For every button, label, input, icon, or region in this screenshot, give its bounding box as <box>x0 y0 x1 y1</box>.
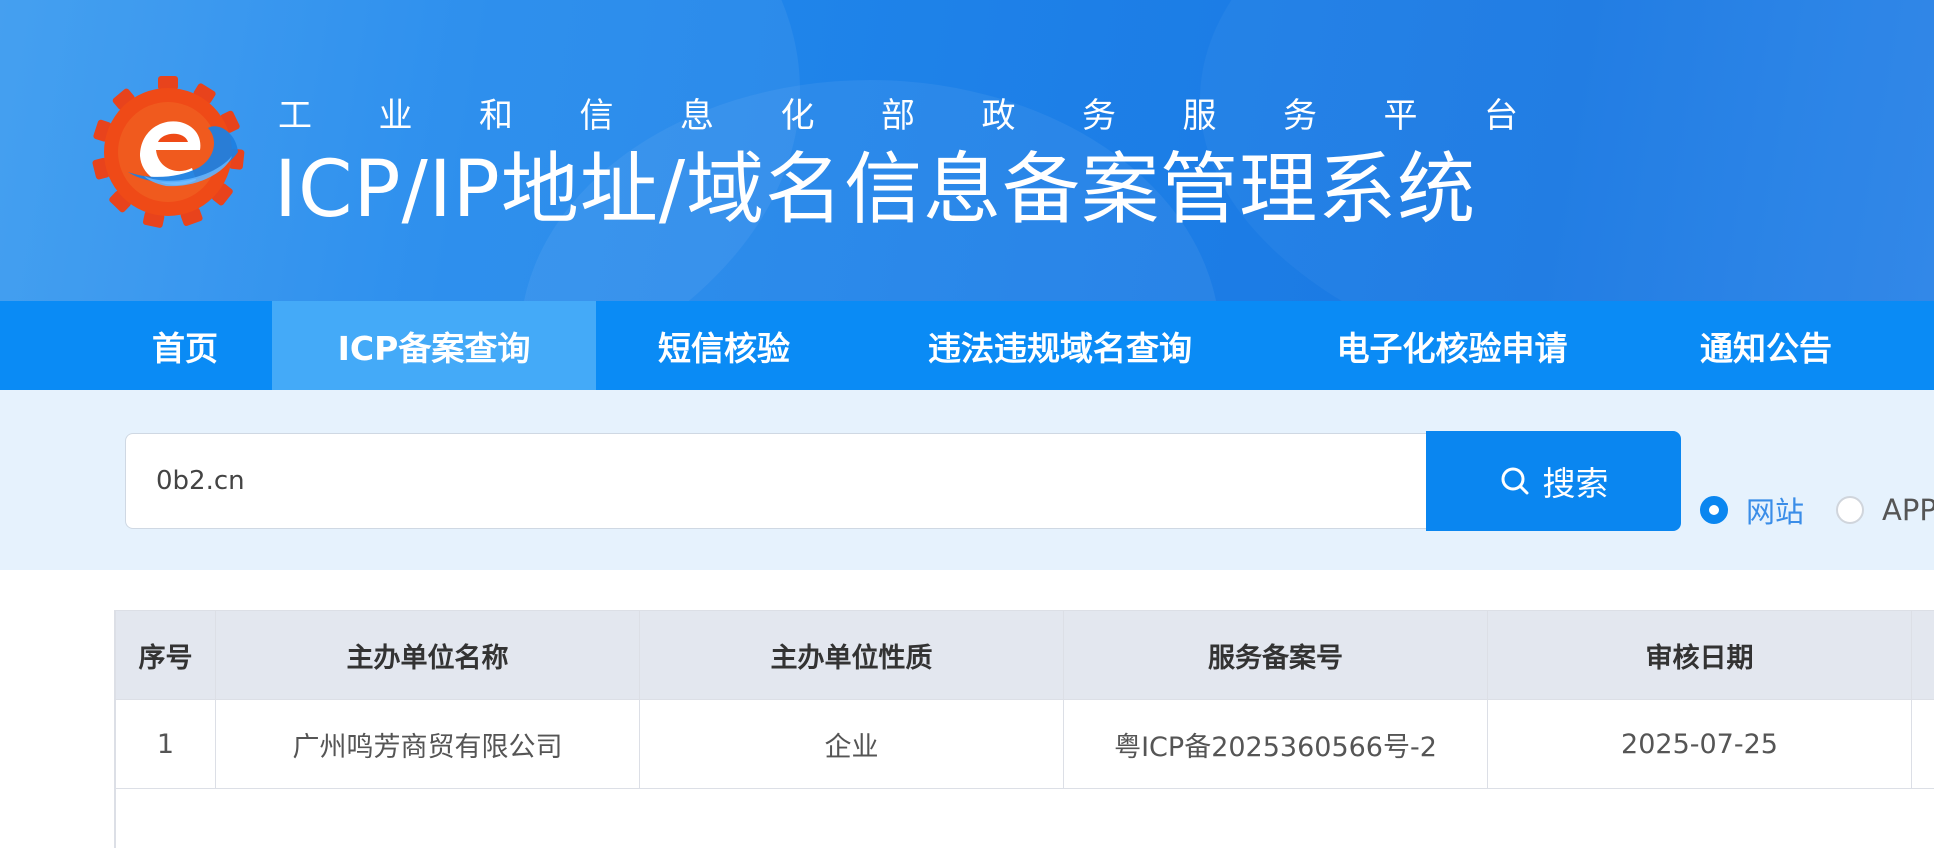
cell-record-number: 粤ICP备2025360566号-2 <box>1063 699 1488 789</box>
cell-empty <box>115 788 216 848</box>
cell-org-type: 企业 <box>639 699 1064 789</box>
subtitle-char: 信 <box>579 96 614 136</box>
results-table: 序号 主办单位名称 主办单位性质 服务备案号 审核日期 1 广州鸣芳商贸有限公司… <box>114 610 1934 848</box>
search-type-radio-group: 网站 APP <box>1700 490 1934 530</box>
column-header-org-type: 主办单位性质 <box>639 610 1064 700</box>
radio-app[interactable]: APP <box>1836 493 1934 527</box>
subtitle-char: 台 <box>1484 96 1518 136</box>
subtitle-char: 政 <box>981 96 1016 136</box>
cell-index: 1 <box>115 699 216 789</box>
table-header-row: 序号 主办单位名称 主办单位性质 服务备案号 审核日期 <box>115 610 1934 700</box>
column-header-record-number: 服务备案号 <box>1063 610 1488 700</box>
header-subtitle: 工 业 和 信 息 化 部 政 务 服 务 平 台 <box>278 92 1518 140</box>
cell-empty <box>1911 788 1934 848</box>
subtitle-char: 化 <box>780 96 815 136</box>
nav-item-notices[interactable]: 通知公告 <box>1636 301 1896 390</box>
cell-empty <box>215 788 640 848</box>
table-row-empty <box>115 788 1934 848</box>
header-banner: 工 业 和 信 息 化 部 政 务 服 务 平 台 ICP/IP地址/域名信息备… <box>0 0 1934 301</box>
nav-item-illegal-domain[interactable]: 违法违规域名查询 <box>852 301 1268 390</box>
search-icon <box>1499 465 1531 497</box>
subtitle-char: 平 <box>1383 96 1418 136</box>
subtitle-char: 部 <box>881 96 915 136</box>
table-row[interactable]: 1 广州鸣芳商贸有限公司 企业 粤ICP备2025360566号-2 2025-… <box>115 699 1934 789</box>
subtitle-char: 息 <box>680 96 714 136</box>
subtitle-char: 业 <box>378 96 413 136</box>
nav-item-home[interactable]: 首页 <box>98 301 272 390</box>
subtitle-char: 和 <box>479 96 513 136</box>
radio-label: 网站 <box>1746 495 1805 529</box>
column-header-index: 序号 <box>115 610 216 700</box>
nav-item-e-verify[interactable]: 电子化核验申请 <box>1268 301 1636 390</box>
search-button[interactable]: 搜索 <box>1426 431 1681 531</box>
cell-org-name: 广州鸣芳商贸有限公司 <box>215 699 640 789</box>
search-section: 搜索 网站 APP <box>0 390 1934 570</box>
search-input[interactable] <box>125 433 1427 529</box>
main-nav: 首页 ICP备案查询 短信核验 违法违规域名查询 电子化核验申请 通知公告 <box>0 301 1934 390</box>
subtitle-char: 务 <box>1283 96 1317 136</box>
cell-extra <box>1911 699 1934 789</box>
subtitle-char: 务 <box>1082 96 1116 136</box>
site-logo[interactable] <box>88 72 248 232</box>
column-header-review-date: 审核日期 <box>1487 610 1912 700</box>
radio-label: APP <box>1882 493 1934 527</box>
page-title: ICP/IP地址/域名信息备案管理系统 <box>274 145 1477 235</box>
nav-item-icp-query[interactable]: ICP备案查询 <box>272 301 596 390</box>
cell-empty <box>1063 788 1488 848</box>
nav-item-sms-verify[interactable]: 短信核验 <box>596 301 852 390</box>
cell-review-date: 2025-07-25 <box>1487 699 1912 789</box>
radio-website[interactable]: 网站 <box>1700 489 1804 531</box>
cell-empty <box>639 788 1064 848</box>
radio-checked-icon <box>1700 496 1728 524</box>
column-header-org-name: 主办单位名称 <box>215 610 640 700</box>
subtitle-char: 工 <box>278 96 312 136</box>
cell-empty <box>1487 788 1912 848</box>
radio-unchecked-icon <box>1836 496 1865 524</box>
subtitle-char: 服 <box>1182 96 1217 136</box>
search-button-label: 搜索 <box>1542 464 1609 503</box>
column-header-extra <box>1911 610 1934 700</box>
